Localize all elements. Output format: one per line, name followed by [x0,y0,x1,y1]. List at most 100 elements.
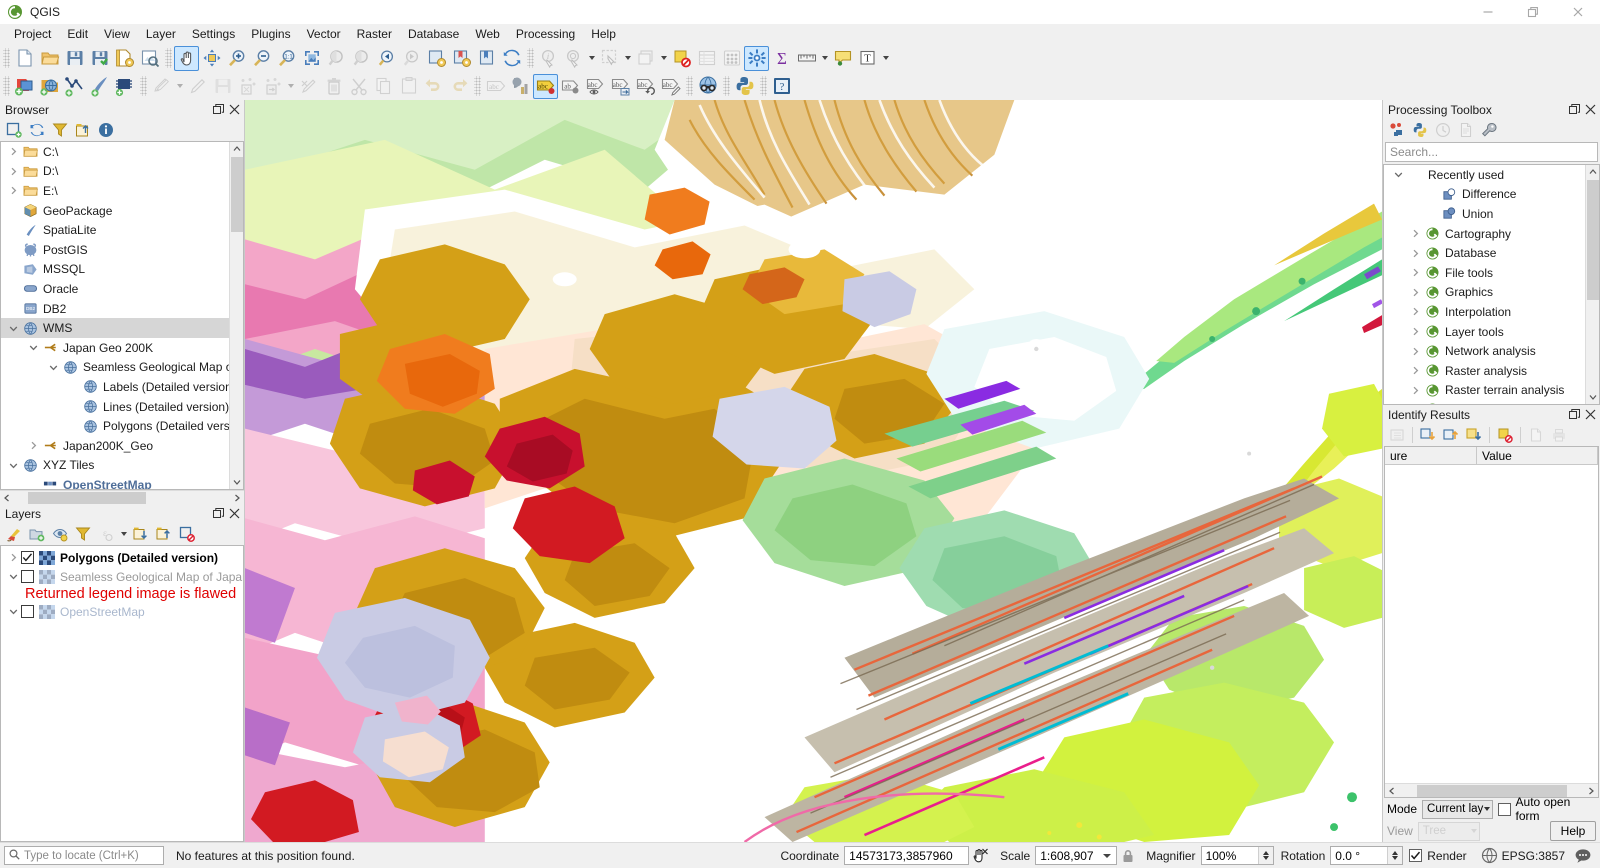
map-tips-icon[interactable] [830,46,855,71]
chevron-down-icon[interactable] [880,46,891,71]
layer-visibility-checkbox[interactable] [21,551,34,564]
tree-item[interactable]: Lines (Detailed version) [1,397,229,417]
processing-vertical-scrollbar[interactable] [1585,165,1599,404]
layer-visibility-checkbox[interactable] [21,605,34,618]
filter-legend-icon[interactable] [72,524,94,544]
tree-item[interactable]: Japan Geo 200K [1,338,229,358]
menu-project[interactable]: Project [6,25,59,43]
tree-item[interactable]: Polygons (Detailed version) [1,416,229,436]
chevron-right-icon[interactable] [1407,245,1423,261]
tree-item[interactable]: Database [1384,243,1585,263]
identify-horizontal-scrollbar[interactable] [1385,783,1598,797]
enable-properties-widget-icon[interactable] [95,120,117,140]
filter-browser-icon[interactable] [49,120,71,140]
chevron-down-icon[interactable] [5,320,21,336]
scripts-icon[interactable] [1409,120,1431,140]
rotate-label-icon[interactable]: abc [633,74,658,99]
highlight-all-icon[interactable] [1463,425,1485,445]
bookmark-manager-icon[interactable] [474,46,499,71]
text-annotation-icon[interactable]: T [855,46,880,71]
scroll-right-icon[interactable] [1584,787,1598,795]
remove-layer-icon[interactable] [176,524,198,544]
chevron-down-icon[interactable] [118,522,129,547]
save-project-as-icon[interactable] [87,46,112,71]
chevron-down-icon[interactable] [1390,167,1406,183]
pan-to-selection-icon[interactable] [199,46,224,71]
browser-horizontal-scrollbar[interactable] [0,490,244,504]
close-button[interactable] [1555,0,1600,24]
help-button[interactable]: Help [1550,821,1596,841]
zoom-in-icon[interactable] [224,46,249,71]
select-by-form-icon[interactable] [633,46,658,71]
chevron-right-icon[interactable] [1407,265,1423,281]
float-panel-button[interactable] [210,102,226,118]
tree-item[interactable]: WMS [1,318,229,338]
scroll-left-icon[interactable] [1385,787,1399,795]
open-attribute-table-icon[interactable] [694,46,719,71]
chevron-down-icon[interactable] [285,74,296,99]
chevron-right-icon[interactable] [5,550,21,566]
close-panel-button[interactable] [1582,407,1598,423]
auto-open-form-checkbox[interactable] [1497,802,1511,816]
close-panel-button[interactable] [226,506,242,522]
maximize-button[interactable] [1510,0,1555,24]
add-group-icon[interactable] [26,524,48,544]
tree-item[interactable]: Raster analysis [1384,361,1585,381]
save-layer-edits-icon[interactable] [210,74,235,99]
add-delimited-text-layer-icon[interactable] [62,74,87,99]
spinner-arrows-icon[interactable] [1387,847,1403,864]
menu-layer[interactable]: Layer [138,25,184,43]
toolbar-grip[interactable] [527,48,534,68]
chevron-down-icon[interactable] [5,604,21,620]
tree-item[interactable]: Difference [1384,185,1585,205]
vertex-tool-icon[interactable] [296,74,321,99]
identify-features-icon[interactable]: i [536,46,561,71]
scrollbar-track[interactable] [1399,784,1584,798]
paste-features-icon[interactable] [396,74,421,99]
layer-visibility-checkbox[interactable] [21,570,34,583]
tree-item[interactable]: SpatiaLite [1,220,229,240]
new-print-layout-icon[interactable] [112,46,137,71]
refresh-icon[interactable] [26,120,48,140]
menu-database[interactable]: Database [400,25,467,43]
chevron-right-icon[interactable] [1407,284,1423,300]
tree-item[interactable]: Oracle [1,279,229,299]
tree-item[interactable]: Labels (Detailed version) [1,377,229,397]
move-feature-icon[interactable] [260,74,285,99]
manage-map-themes-icon[interactable] [49,524,71,544]
scroll-up-icon[interactable] [1586,165,1599,179]
messages-icon[interactable] [1570,847,1596,865]
identify-table-body[interactable] [1385,465,1598,783]
chevron-down-icon[interactable] [5,569,21,585]
tree-item[interactable]: PostGIS [1,240,229,260]
minimize-button[interactable] [1465,0,1510,24]
scroll-down-icon[interactable] [230,475,243,489]
chevron-down-icon[interactable] [819,46,830,71]
menu-raster[interactable]: Raster [349,25,400,43]
tree-item[interactable]: XYZ Tiles [1,456,229,476]
chevron-right-icon[interactable] [1407,343,1423,359]
add-wms-layer-icon[interactable] [37,74,62,99]
scroll-down-icon[interactable] [1586,390,1599,404]
highlight-pinned-labels-icon[interactable]: abc [533,73,558,99]
pan-map-icon[interactable] [174,45,199,71]
scroll-right-icon[interactable] [230,494,244,502]
column-header-value[interactable]: Value [1477,447,1598,464]
tree-item[interactable]: Graphics [1384,283,1585,303]
chevron-down-icon[interactable] [622,46,633,71]
clear-results-icon[interactable] [1494,425,1516,445]
collapse-all-icon[interactable] [153,524,175,544]
float-panel-button[interactable] [1566,102,1582,118]
mode-select[interactable]: Current lay [1422,799,1493,819]
select-features-icon[interactable] [597,46,622,71]
menu-edit[interactable]: Edit [59,25,96,43]
statistical-summary-icon[interactable]: Σ [769,46,794,71]
toolbar-grip[interactable] [723,76,730,96]
field-calculator-icon[interactable] [719,46,744,71]
move-label-icon[interactable]: abc [608,74,633,99]
zoom-full-icon[interactable] [299,46,324,71]
scrollbar-thumb[interactable] [1587,180,1599,300]
menu-view[interactable]: View [96,25,138,43]
tree-item[interactable]: DB2 DB2 [1,299,229,319]
chevron-down-icon[interactable] [586,46,597,71]
